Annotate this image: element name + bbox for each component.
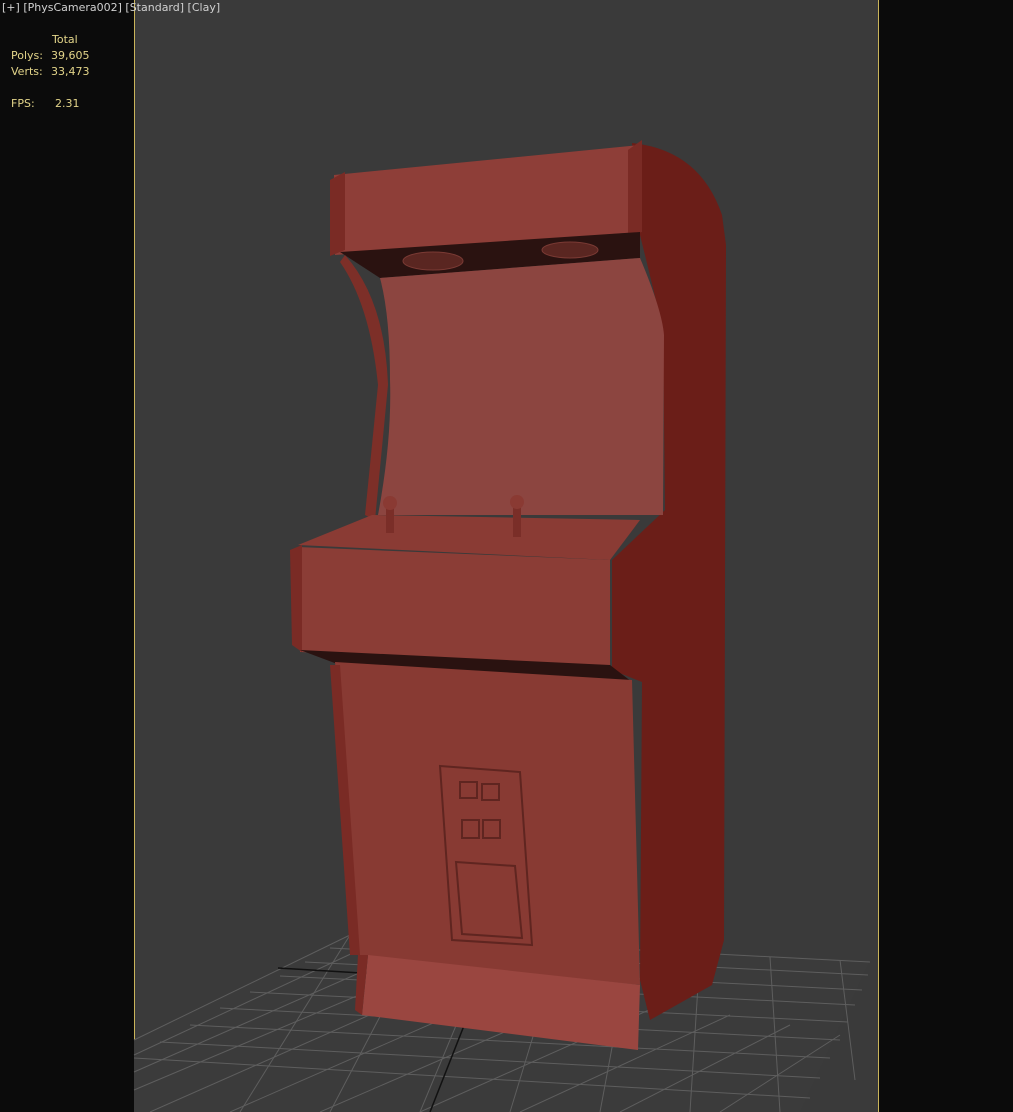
- stats-polys-row: Polys: 39,605: [11, 49, 90, 62]
- viewport[interactable]: [+] [PhysCamera002] [Standard] [Clay] To…: [0, 0, 1013, 1112]
- stats-verts-row: Verts: 33,473: [11, 65, 90, 78]
- stats-polys-label: Polys:: [11, 49, 43, 62]
- arcade-cabinet-model[interactable]: [290, 140, 726, 1050]
- viewport-render-mode-menu[interactable]: [Clay]: [188, 1, 221, 14]
- right-speaker: [541, 241, 599, 259]
- stats-column-header: Total: [52, 33, 78, 46]
- monitor-bezel: [378, 258, 664, 515]
- scene-canvas[interactable]: [0, 0, 1013, 1112]
- stats-verts-value: 33,473: [51, 65, 90, 78]
- viewport-label-menu[interactable]: [+] [PhysCamera002] [Standard] [Clay]: [2, 1, 220, 15]
- stats-verts-label: Verts:: [11, 65, 43, 78]
- left-speaker: [402, 251, 464, 271]
- viewport-camera-menu[interactable]: [PhysCamera002]: [23, 1, 122, 14]
- control-panel-front: [298, 547, 610, 668]
- viewport-shading-style-menu[interactable]: [Standard]: [125, 1, 184, 14]
- stats-fps-row: FPS: 2.31: [11, 97, 80, 110]
- viewport-general-menu[interactable]: [+]: [2, 1, 20, 14]
- stats-fps-label: FPS:: [11, 97, 35, 110]
- stats-polys-value: 39,605: [51, 49, 90, 62]
- stats-fps-value: 2.31: [55, 97, 80, 110]
